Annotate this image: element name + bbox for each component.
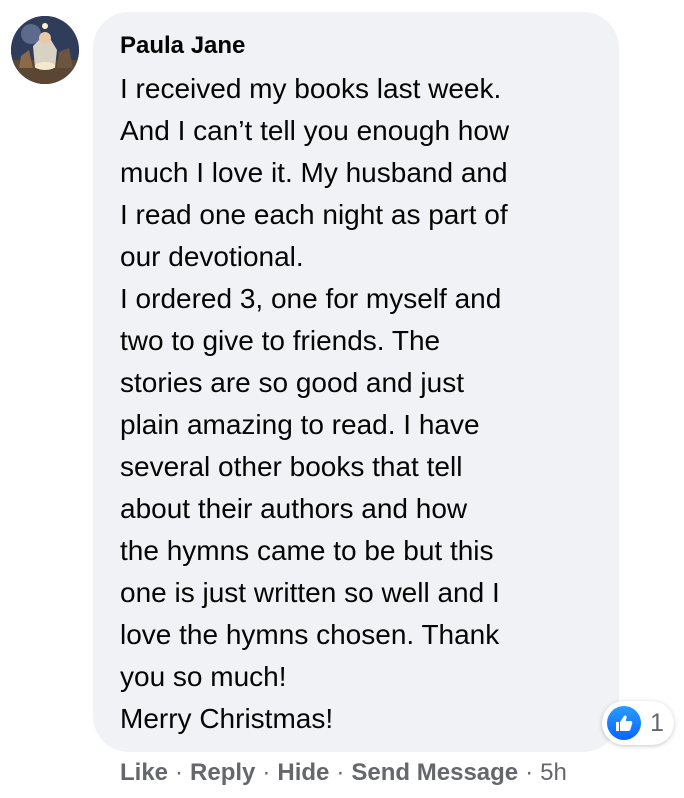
comment-text-line: Merry Christmas! — [120, 703, 334, 734]
reply-button[interactable]: Reply — [190, 759, 255, 786]
send-message-button[interactable]: Send Message — [351, 759, 518, 786]
comment-text-line: about their authors and how — [120, 493, 468, 524]
comment-text-line: much I love it. My husband and — [120, 157, 508, 188]
comment-text-line: stories are so good and just — [120, 367, 464, 398]
comment-text-line: And I can’t tell you enough how — [120, 115, 510, 146]
timestamp[interactable]: 5h — [540, 759, 567, 786]
separator: · — [262, 759, 271, 786]
comment-text-line: I ordered 3, one for myself and — [120, 283, 502, 314]
comment-author-name[interactable]: Paula Jane — [120, 31, 245, 61]
comment-text-line: I read one each night as part of — [120, 199, 508, 230]
reaction-summary[interactable]: 1 — [602, 701, 674, 745]
comment-text-line: I received my books last week. — [120, 73, 502, 104]
comment-text-line: one is just written so well and I — [120, 577, 500, 608]
hide-button[interactable]: Hide — [277, 759, 329, 786]
comment-actions: Like · Reply · Hide · Send Message · 5h — [120, 757, 567, 789]
separator: · — [175, 759, 184, 786]
like-icon — [607, 706, 641, 740]
reaction-count: 1 — [650, 708, 664, 737]
comment-text-line: two to give to friends. The — [120, 325, 441, 356]
separator: · — [525, 759, 534, 786]
comment-text-line: plain amazing to read. I have — [120, 409, 480, 440]
comment-text-line: you so much! — [120, 661, 287, 692]
like-button[interactable]: Like — [120, 759, 168, 786]
comment-text-line: our devotional. — [120, 241, 304, 272]
comment-text: I received my books last week. And I can… — [120, 68, 509, 740]
comment-text-line: love the hymns chosen. Thank — [120, 619, 500, 650]
comment-text-line: several other books that tell — [120, 451, 463, 482]
avatar-image — [11, 16, 79, 84]
avatar[interactable] — [11, 16, 79, 84]
comment-text-line: the hymns came to be but this — [120, 535, 494, 566]
separator: · — [336, 759, 345, 786]
